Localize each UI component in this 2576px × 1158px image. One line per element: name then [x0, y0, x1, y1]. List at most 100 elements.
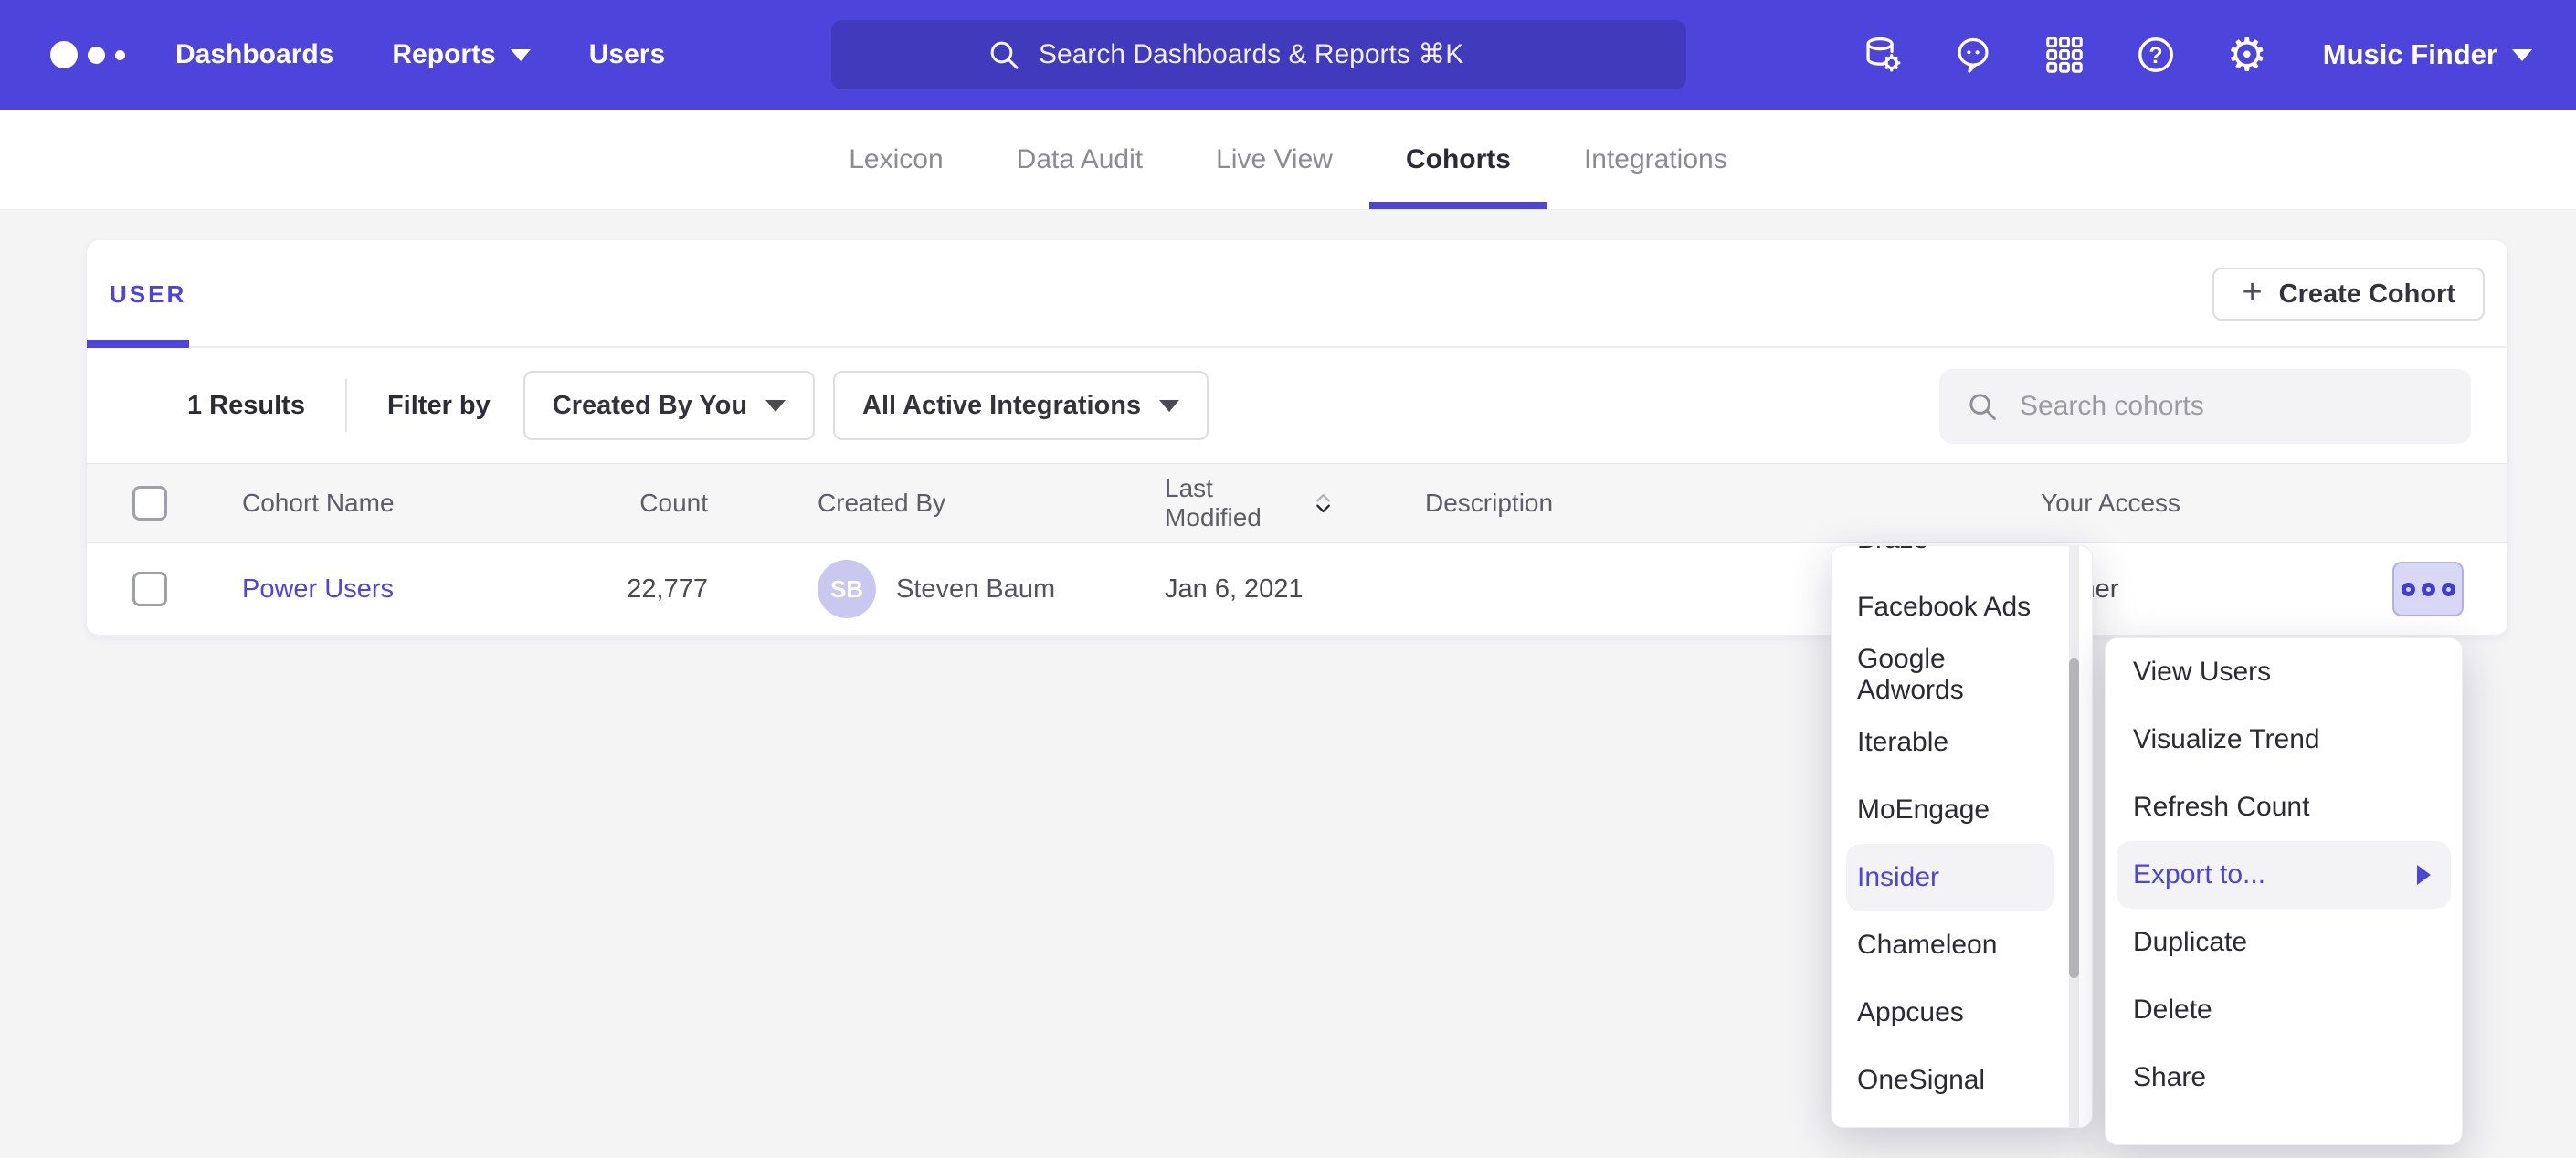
cohort-search-input[interactable] — [2020, 391, 2403, 422]
nav-item-label: Users — [589, 39, 665, 70]
tab-integrations[interactable]: Integrations — [1547, 110, 1764, 209]
last-modified-cell: Jan 6, 2021 — [1073, 574, 1334, 605]
submenu-scrollbar-thumb[interactable] — [2069, 658, 2079, 978]
global-search-input[interactable] — [1039, 39, 1532, 70]
table-row[interactable]: Power Users 22,777 SB Steven Baum Jan 6,… — [87, 543, 2507, 637]
tab-cohorts[interactable]: Cohorts — [1369, 110, 1547, 209]
submenu-arrow-icon — [2417, 865, 2431, 885]
submenu-item-iterable[interactable]: Iterable — [1846, 709, 2054, 776]
menu-item-label: Refresh Count — [2133, 792, 2309, 823]
divider — [345, 379, 347, 432]
more-dot — [2442, 583, 2455, 596]
feedback-icon[interactable] — [1952, 34, 1994, 76]
settings-gear-icon[interactable]: ⚙ — [2226, 34, 2268, 76]
menu-item-label: Visualize Trend — [2133, 724, 2320, 755]
submenu-item-google-adwords[interactable]: Google Adwords — [1846, 641, 2054, 709]
nav-item-label: Dashboards — [175, 39, 333, 70]
header-last-modified[interactable]: Last Modified — [1073, 474, 1334, 532]
global-search[interactable] — [831, 20, 1686, 89]
chevron-down-icon — [1159, 400, 1179, 412]
cohorts-card: USER + Create Cohort 1 Results Filter by… — [87, 240, 2507, 637]
chevron-down-icon — [2512, 49, 2532, 61]
submenu-item-facebook-ads[interactable]: Facebook Ads — [1846, 574, 2054, 641]
submenu-item-label: OneSignal — [1857, 1065, 1985, 1096]
submenu-item-label: Insider — [1857, 862, 1939, 893]
logo-dot-medium — [88, 47, 105, 64]
more-dot — [2402, 583, 2415, 596]
row-checkbox[interactable] — [132, 572, 167, 606]
more-actions-button[interactable] — [2392, 562, 2464, 616]
project-switcher[interactable]: Music Finder — [2323, 38, 2532, 71]
plus-icon: + — [2242, 275, 2262, 310]
logo-dot-large — [50, 41, 78, 68]
create-cohort-button[interactable]: + Create Cohort — [2212, 268, 2485, 321]
menu-item-share[interactable]: Share — [2117, 1044, 2451, 1111]
submenu-item-label: Google Adwords — [1857, 644, 2054, 706]
filter-by-label: Filter by — [387, 391, 491, 421]
submenu-item-label: Appcues — [1857, 997, 1964, 1028]
menu-item-view-users[interactable]: View Users — [2117, 638, 2451, 706]
last-modified-value: Jan 6, 2021 — [1165, 574, 1304, 605]
mixpanel-logo[interactable] — [50, 41, 125, 68]
menu-item-label: Export to... — [2133, 859, 2265, 890]
export-destinations-submenu: Braze Facebook Ads Google Adwords Iterab… — [1831, 545, 2093, 1128]
nav-item-users[interactable]: Users — [589, 39, 665, 70]
select-all-checkbox[interactable] — [132, 486, 167, 521]
sort-icon[interactable] — [1313, 490, 1334, 517]
header-created-by: Created By — [708, 489, 1073, 518]
avatar: SB — [818, 560, 876, 618]
created-by-filter-label: Created By You — [553, 391, 747, 421]
created-by-filter-dropdown[interactable]: Created By You — [523, 371, 815, 440]
header-your-access: Your Access — [1955, 489, 2389, 518]
menu-item-visualize-trend[interactable]: Visualize Trend — [2117, 706, 2451, 774]
help-icon[interactable]: ? — [2135, 34, 2177, 76]
tab-user-cohorts[interactable]: USER — [110, 280, 186, 309]
submenu-item-appcues[interactable]: Appcues — [1846, 979, 2054, 1047]
count-cell: 22,777 — [627, 574, 708, 605]
nav-item-reports[interactable]: Reports — [392, 39, 530, 70]
search-icon — [986, 37, 1022, 73]
submenu-item-insider[interactable]: Insider — [1846, 844, 2054, 911]
nav-item-dashboards[interactable]: Dashboards — [175, 39, 333, 70]
results-count: 1 Results — [187, 391, 305, 421]
header-last-modified-label: Last Modified — [1165, 474, 1300, 532]
table-header: Cohort Name Count Created By Last Modifi… — [87, 463, 2507, 543]
submenu-item-braze[interactable]: Braze — [1846, 545, 2054, 574]
cohort-name-cell: Power Users — [196, 574, 502, 605]
submenu-item-onesignal[interactable]: OneSignal — [1846, 1047, 2054, 1114]
cohort-search[interactable] — [1939, 369, 2471, 444]
top-nav: Dashboards Reports Users — [0, 0, 2576, 110]
svg-text:?: ? — [2148, 43, 2162, 68]
search-icon — [1965, 389, 2000, 424]
header-checkbox-cell — [87, 486, 196, 521]
submenu-item-chameleon[interactable]: Chameleon — [1846, 911, 2054, 979]
export-destinations-list: Braze Facebook Ads Google Adwords Iterab… — [1832, 545, 2092, 1114]
row-actions-cell — [2392, 562, 2507, 616]
submenu-item-label: Chameleon — [1857, 930, 1997, 961]
more-dot — [2422, 583, 2435, 596]
tab-lexicon[interactable]: Lexicon — [812, 110, 979, 209]
cohort-name-link[interactable]: Power Users — [242, 574, 394, 604]
tab-data-audit[interactable]: Data Audit — [980, 110, 1179, 209]
menu-item-duplicate[interactable]: Duplicate — [2117, 909, 2451, 976]
menu-item-label: View Users — [2133, 657, 2271, 688]
create-cohort-label: Create Cohort — [2279, 279, 2455, 310]
chevron-down-icon — [765, 400, 786, 412]
menu-item-delete[interactable]: Delete — [2117, 976, 2451, 1044]
submenu-item-label: Braze — [1857, 545, 1928, 555]
submenu-item-label: Facebook Ads — [1857, 592, 2031, 623]
integrations-filter-dropdown[interactable]: All Active Integrations — [833, 371, 1209, 440]
integrations-filter-label: All Active Integrations — [862, 391, 1141, 421]
submenu-item-label: MoEngage — [1857, 795, 1990, 826]
menu-item-label: Duplicate — [2133, 927, 2247, 958]
menu-item-label: Delete — [2133, 995, 2212, 1026]
data-management-icon[interactable] — [1861, 34, 1903, 76]
menu-item-refresh-count[interactable]: Refresh Count — [2117, 774, 2451, 841]
nav-links: Dashboards Reports Users — [175, 39, 665, 70]
submenu-item-moengage[interactable]: MoEngage — [1846, 776, 2054, 844]
data-management-tabbar: Lexicon Data Audit Live View Cohorts Int… — [0, 110, 2576, 210]
tab-live-view[interactable]: Live View — [1179, 110, 1369, 209]
apps-grid-icon[interactable] — [2043, 34, 2085, 76]
header-description: Description — [1334, 489, 1955, 518]
menu-item-export-to[interactable]: Export to... — [2117, 841, 2451, 909]
